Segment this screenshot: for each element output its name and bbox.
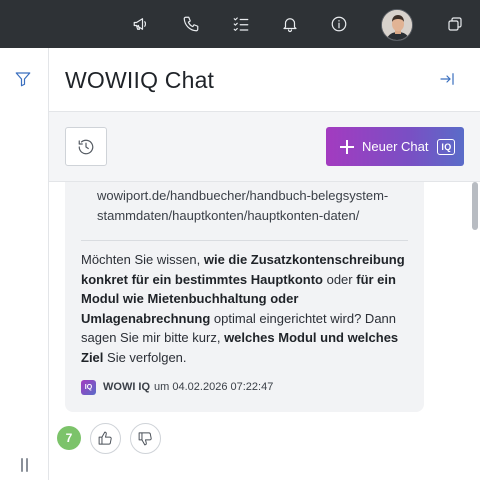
megaphone-icon[interactable]: [129, 12, 153, 36]
message-link-line: wowiport.de/handbuecher/handbuch-belegsy…: [97, 188, 389, 203]
chat-messages[interactable]: wowiport.de/handbuecher/handbuch-belegsy…: [49, 182, 480, 480]
feedback-row: 7: [57, 422, 170, 454]
chat-header: WOWIIQ Chat: [49, 48, 480, 112]
message-text: Sie verfolgen.: [103, 349, 187, 365]
windows-icon[interactable]: [443, 12, 467, 36]
phone-icon[interactable]: [179, 12, 203, 36]
page-title: WOWIIQ Chat: [65, 67, 215, 93]
new-chat-button[interactable]: Neuer Chat IQ: [326, 127, 464, 166]
bell-icon[interactable]: [278, 12, 302, 36]
sender-name: WOWI IQ: [103, 381, 151, 393]
thumbs-down-button[interactable]: [130, 422, 161, 454]
message-link-line: stammdaten/hauptkonten/hauptkonten-daten…: [97, 208, 360, 223]
message-link[interactable]: wowiport.de/handbuecher/handbuch-belegsy…: [97, 186, 417, 226]
user-avatar[interactable]: [381, 9, 413, 41]
message-text: Möchten Sie wissen,: [81, 252, 204, 267]
left-rail: [0, 48, 49, 480]
message-body: Möchten Sie wissen, wie die Zusatzkonten…: [81, 250, 411, 368]
message-timestamp: um 04.02.2026 07:22:47: [154, 381, 274, 393]
checklist-icon[interactable]: [229, 12, 253, 36]
top-navigation-bar: [0, 0, 480, 48]
scrollbar-thumb[interactable]: [472, 182, 478, 230]
assistant-message: wowiport.de/handbuecher/handbuch-belegsy…: [65, 182, 424, 412]
thumbs-up-icon: [98, 431, 112, 445]
feedback-count-badge: 7: [57, 426, 81, 450]
history-icon: [78, 139, 94, 154]
iq-badge: IQ: [437, 138, 456, 155]
new-chat-label: Neuer Chat: [362, 139, 429, 154]
thumbs-up-button[interactable]: [90, 422, 121, 454]
message-text: oder: [322, 271, 357, 287]
message-divider: [81, 240, 408, 241]
filter-icon[interactable]: [14, 70, 36, 92]
resize-handle[interactable]: [20, 458, 30, 474]
chat-toolbar: Neuer Chat IQ: [49, 112, 480, 182]
history-button[interactable]: [65, 127, 107, 166]
collapse-panel-icon[interactable]: [438, 70, 458, 90]
chat-scrollbar[interactable]: [470, 182, 480, 480]
message-meta: IQ WOWI IQ um 04.02.2026 07:22:47: [81, 379, 273, 395]
thumbs-down-icon: [138, 431, 152, 445]
wowi-iq-logo: IQ: [81, 379, 96, 395]
info-icon[interactable]: [327, 12, 351, 36]
plus-icon: [340, 139, 354, 154]
